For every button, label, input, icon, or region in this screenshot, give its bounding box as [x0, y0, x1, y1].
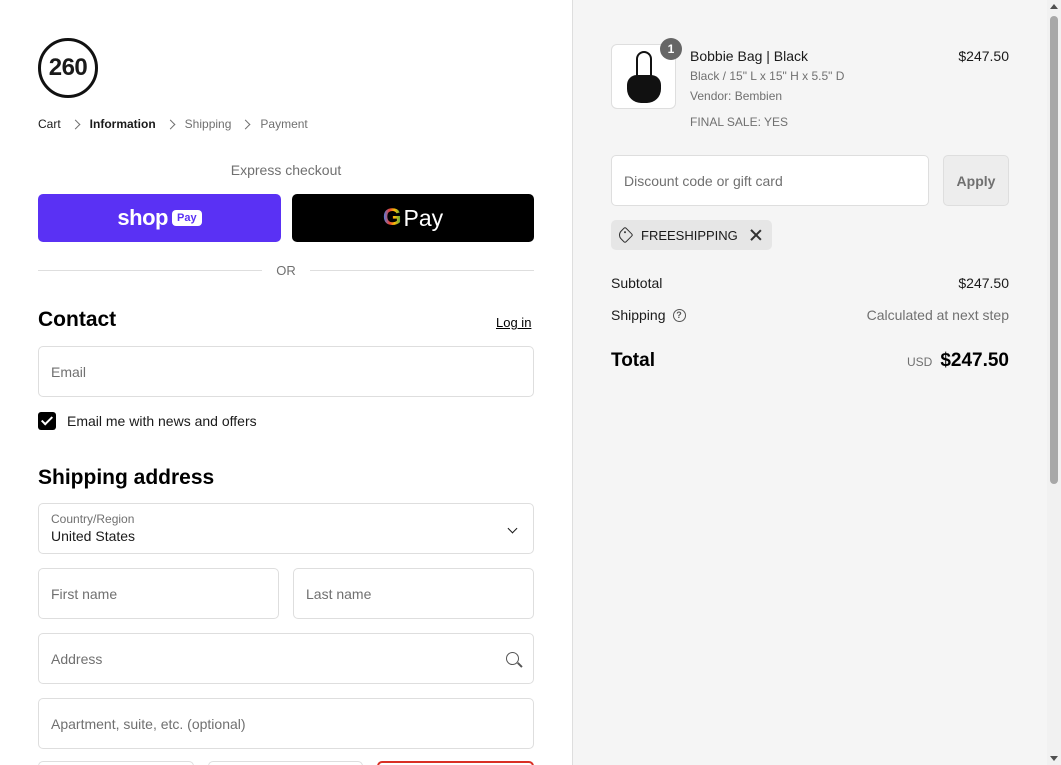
country-label: Country/Region	[51, 512, 135, 526]
email-field[interactable]: Email	[38, 346, 534, 397]
total-currency: USD	[906, 355, 933, 369]
product-variant: Black / 15" L x 15" H x 5.5" D	[690, 69, 845, 83]
chevron-right-icon	[165, 119, 176, 129]
product-price: $247.50	[958, 48, 1009, 64]
google-pay-button[interactable]: G Pay	[292, 194, 534, 242]
shop-pay-pill: Pay	[171, 210, 202, 226]
scroll-down-arrow-icon[interactable]	[1050, 756, 1058, 761]
divider-line	[38, 269, 263, 271]
log-in-link[interactable]: Log in	[496, 315, 531, 330]
checkout-form-panel: 260 Cart Information Shipping Payment Ex…	[0, 0, 572, 765]
applied-code-label: FREESHIPPING	[641, 227, 738, 243]
vertical-scrollbar[interactable]	[1047, 0, 1061, 765]
breadcrumb-shipping: Shipping	[184, 117, 232, 131]
discount-placeholder: Discount code or gift card	[624, 172, 783, 189]
newsletter-checkbox[interactable]	[38, 412, 56, 430]
product-vendor: Vendor: Bembien	[690, 89, 783, 103]
chevron-right-icon	[240, 119, 251, 129]
breadcrumb-payment: Payment	[260, 117, 308, 131]
quantity-badge: 1	[660, 38, 682, 60]
or-label: OR	[276, 262, 296, 278]
apartment-field[interactable]: Apartment, suite, etc. (optional)	[38, 698, 534, 749]
tag-icon	[616, 226, 634, 244]
logo-text: 260	[48, 54, 88, 81]
search-icon	[506, 652, 519, 665]
breadcrumb-cart[interactable]: Cart	[38, 117, 61, 131]
total-label: Total	[611, 350, 655, 371]
address-field[interactable]: Address	[38, 633, 534, 684]
product-name: Bobbie Bag | Black	[690, 48, 809, 64]
contact-heading: Contact	[38, 308, 117, 331]
newsletter-label: Email me with news and offers	[67, 413, 257, 429]
city-field[interactable]	[38, 761, 194, 765]
breadcrumb: Cart Information Shipping Payment	[38, 117, 308, 131]
apply-discount-button[interactable]: Apply	[943, 155, 1009, 206]
zip-field[interactable]	[377, 761, 534, 765]
first-name-placeholder: First name	[51, 585, 118, 602]
scroll-up-arrow-icon[interactable]	[1050, 4, 1058, 9]
subtotal-text: Subtotal	[611, 275, 663, 291]
google-pay-wordmark: Pay	[403, 204, 444, 231]
breadcrumb-information: Information	[89, 117, 156, 131]
last-name-field[interactable]: Last name	[293, 568, 534, 619]
shipping-value: Calculated at next step	[866, 307, 1009, 323]
store-logo[interactable]: 260	[38, 38, 98, 98]
address-placeholder: Address	[51, 650, 103, 667]
google-g-icon: G	[382, 204, 402, 231]
email-placeholder: Email	[51, 363, 87, 380]
shop-pay-button[interactable]: shop Pay	[38, 194, 281, 242]
scrollbar-thumb[interactable]	[1050, 16, 1058, 484]
chevron-down-icon	[507, 523, 518, 534]
handbag-icon	[625, 50, 663, 103]
or-divider: OR	[38, 262, 534, 278]
state-field[interactable]	[208, 761, 363, 765]
product-final-sale: FINAL SALE: YES	[690, 115, 789, 129]
subtotal-label: Subtotal	[611, 275, 662, 291]
shipping-address-heading: Shipping address	[38, 466, 215, 489]
country-select[interactable]: Country/Region United States	[38, 503, 534, 554]
newsletter-option: Email me with news and offers	[38, 412, 257, 430]
total-amount: $247.50	[940, 350, 1009, 371]
country-value: United States	[51, 528, 136, 544]
total-value: USD $247.50	[907, 350, 1009, 372]
applied-discount-tag: FREESHIPPING	[611, 220, 772, 250]
chevron-right-icon	[70, 119, 81, 129]
express-checkout-title: Express checkout	[230, 162, 342, 178]
first-name-field[interactable]: First name	[38, 568, 279, 619]
divider-line	[309, 269, 534, 271]
shipping-text: Shipping	[611, 307, 666, 323]
order-summary-panel: 1 Bobbie Bag | Black Black / 15" L x 15"…	[572, 0, 1047, 765]
shipping-label: Shipping ?	[611, 307, 686, 323]
help-icon[interactable]: ?	[672, 308, 686, 322]
discount-code-field[interactable]: Discount code or gift card	[611, 155, 929, 206]
last-name-placeholder: Last name	[306, 585, 372, 602]
subtotal-value: $247.50	[958, 275, 1009, 291]
shop-pay-wordmark: shop	[117, 205, 168, 230]
apartment-placeholder: Apartment, suite, etc. (optional)	[51, 715, 246, 732]
remove-discount-icon[interactable]	[750, 229, 762, 241]
